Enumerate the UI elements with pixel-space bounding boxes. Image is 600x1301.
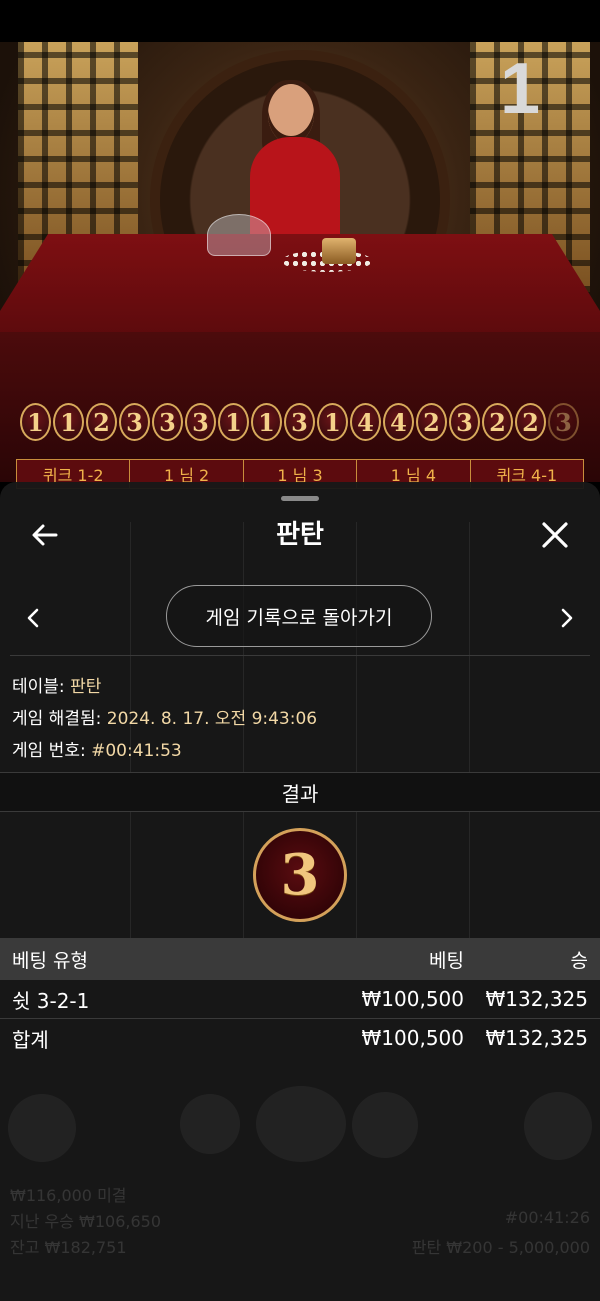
history-ball: 4 [350,403,381,441]
bet-type-header: 베팅 유형 [12,949,88,972]
table-info: 테이블: 판탄 [12,672,101,697]
bet-table-header: 베팅 유형 베팅 승 [0,938,600,980]
history-ball: 3 [152,403,183,441]
ghost-menu-button [8,1094,76,1162]
ghost-grid-line [130,522,131,942]
round-number: 1 [499,49,540,129]
total-label: 합계 [12,1027,49,1052]
history-ball: 1 [53,403,84,441]
history-ball: 1 [251,403,282,441]
total-bet: ₩100,500 [361,1026,464,1050]
close-icon[interactable] [538,518,572,552]
result-history: 11233311314423223 [20,403,579,445]
history-ball: 3 [185,403,216,441]
table-label: 테이블: [12,677,71,697]
total-row: 합계 ₩100,500 ₩132,325 [0,1019,600,1057]
sheet-title: 판탄 [276,520,324,550]
history-ball: 1 [317,403,348,441]
total-win: ₩132,325 [485,1026,588,1050]
history-ball: 1 [218,403,249,441]
history-ball: 2 [515,403,546,441]
game-detail-sheet: ₩116,000 미결 지난 우승 ₩106,650 잔고 ₩182,751 #… [0,482,600,1301]
ghost-chip [256,1086,346,1162]
gaming-table [0,234,600,344]
bet-amount-header: 베팅 [429,949,464,972]
history-ball: 3 [548,403,579,441]
history-ball: 1 [20,403,51,441]
previous-game-icon[interactable] [22,604,44,632]
ghost-balance: 잔고 ₩182,751 [10,1238,127,1257]
brass-cup [322,238,356,264]
win-header: 승 [570,949,588,972]
resolved-value: 2024. 8. 17. 오전 9:43:06 [106,709,318,729]
history-ball: 3 [284,403,315,441]
history-ball: 4 [383,403,414,441]
ghost-list-button [524,1092,592,1160]
result-ball: 3 [253,828,347,922]
resolved-info: 게임 해결됨: 2024. 8. 17. 오전 9:43:06 [12,704,317,729]
drag-handle[interactable] [281,496,319,501]
history-ball: 3 [449,403,480,441]
game-number-label: 게임 번호: [12,741,92,761]
history-ball: 2 [482,403,513,441]
resolved-label: 게임 해결됨: [12,709,107,729]
bet-type-cell: 쉿 3-2-1 [12,988,90,1013]
ghost-game-id: #00:41:26 [504,1208,590,1227]
win-amount-cell: ₩132,325 [485,987,588,1011]
back-to-history-button[interactable]: 게임 기록으로 돌아가기 [166,585,432,647]
game-number-value: #00:41:53 [91,741,182,761]
ghost-undo-button [180,1094,240,1154]
history-ball: 2 [86,403,117,441]
game-number-info: 게임 번호: #00:41:53 [12,736,182,761]
glass-dome [207,214,271,256]
ghost-last-win: 지난 우승 ₩106,650 [10,1212,162,1231]
status-bar [0,0,600,42]
history-ball: 3 [119,403,150,441]
ghost-grid-line [469,522,470,942]
table-row: 쉿 3-2-1 ₩100,500 ₩132,325 [0,980,600,1019]
divider [10,655,590,656]
ghost-limits: 판탄 ₩200 - 5,000,000 [411,1238,590,1257]
table-value: 판탄 [70,677,102,697]
ghost-pending-balance: ₩116,000 미결 [10,1186,127,1205]
history-ball: 2 [416,403,447,441]
next-game-icon[interactable] [556,604,578,632]
bet-amount-cell: ₩100,500 [361,987,464,1011]
ghost-repeat-button [352,1092,418,1158]
dealer-head [268,84,314,144]
result-header: 결과 [0,772,600,812]
